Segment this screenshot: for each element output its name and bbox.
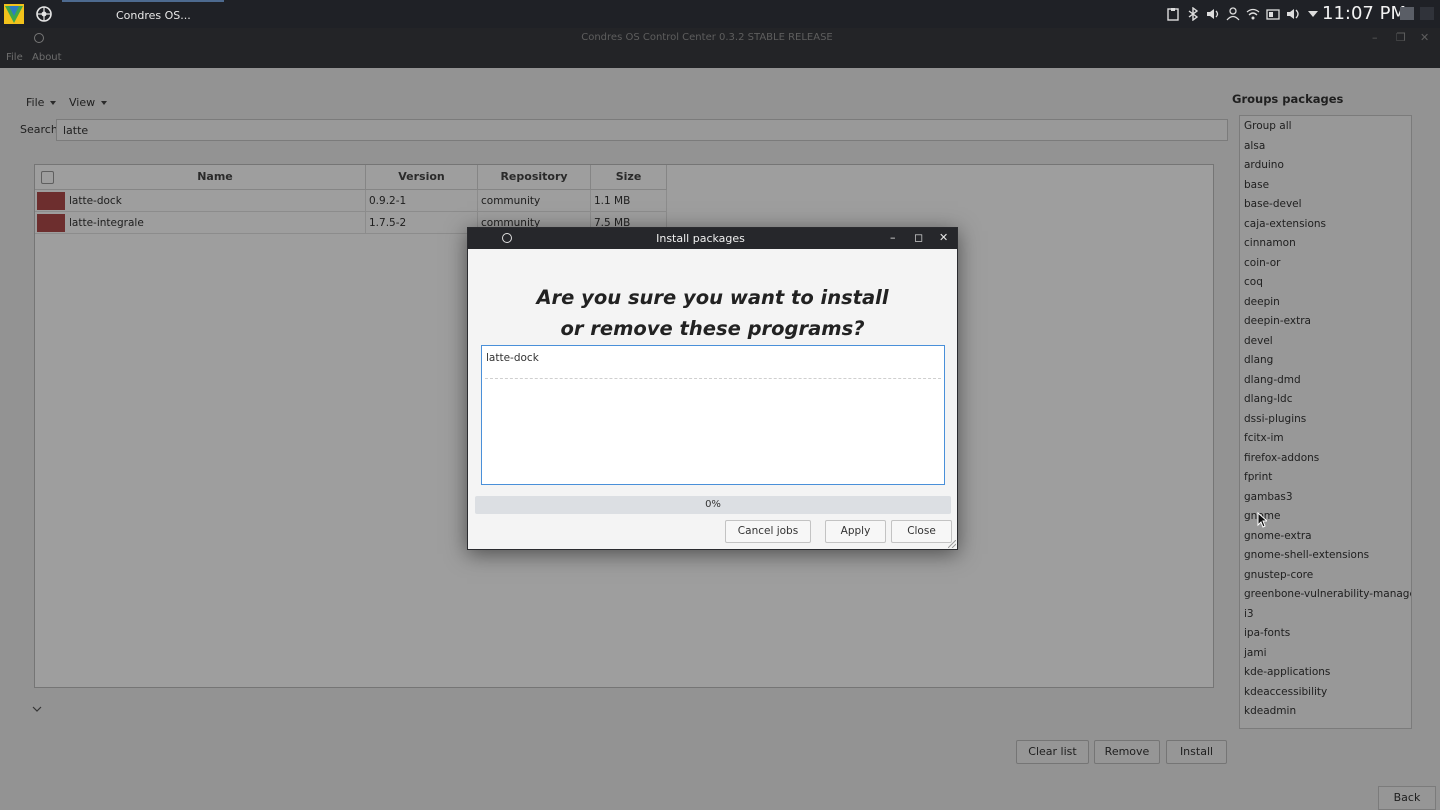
clipboard-icon[interactable] bbox=[1166, 7, 1180, 21]
bluetooth-icon[interactable] bbox=[1186, 7, 1200, 21]
mouse-cursor-icon bbox=[1257, 512, 1267, 528]
progress-text: 0% bbox=[705, 499, 721, 510]
menu-file[interactable]: File bbox=[6, 52, 23, 63]
close-icon[interactable]: ✕ bbox=[1420, 31, 1429, 44]
volume-icon[interactable] bbox=[1206, 7, 1220, 21]
clock[interactable]: 11:07 PM bbox=[1322, 3, 1406, 24]
maximize-icon[interactable]: ❐ bbox=[1396, 31, 1406, 44]
system-tray bbox=[1166, 6, 1320, 22]
desktop-pager-1[interactable] bbox=[1400, 7, 1414, 20]
speaker-icon[interactable] bbox=[1286, 7, 1300, 21]
menu-about[interactable]: About bbox=[32, 52, 62, 63]
condres-logo-icon[interactable] bbox=[4, 4, 24, 24]
taskbar-task-label: Condres OS... bbox=[116, 9, 191, 22]
dialog-question-line2: or remove these programs? bbox=[560, 317, 865, 340]
cancel-jobs-label: Cancel jobs bbox=[737, 525, 799, 537]
apply-button[interactable]: Apply bbox=[825, 520, 886, 543]
dialog-minimize-icon[interactable]: – bbox=[890, 231, 896, 244]
battery-icon[interactable] bbox=[1266, 7, 1280, 21]
resize-grip-icon[interactable] bbox=[948, 540, 956, 548]
dialog-question: Are you sure you want to install or remo… bbox=[468, 282, 957, 344]
control-center-icon[interactable] bbox=[36, 6, 52, 22]
wifi-icon[interactable] bbox=[1246, 7, 1260, 21]
dialog-question-line1: Are you sure you want to install bbox=[536, 286, 889, 309]
dialog-titlebar[interactable]: Install packages – ◻ ✕ bbox=[468, 228, 957, 249]
install-dialog: Install packages – ◻ ✕ Are you sure you … bbox=[467, 227, 958, 550]
cancel-jobs-button[interactable]: Cancel jobs bbox=[725, 520, 811, 543]
user-icon[interactable] bbox=[1226, 7, 1240, 21]
taskbar: Condres OS... 11:07 PM bbox=[0, 0, 1440, 28]
dialog-title: Install packages bbox=[656, 232, 745, 245]
dialog-maximize-icon[interactable]: ◻ bbox=[914, 231, 923, 244]
desktop-pager-2[interactable] bbox=[1420, 7, 1434, 20]
dialog-package-list[interactable]: latte-dock bbox=[481, 345, 945, 485]
minimize-icon[interactable]: – bbox=[1372, 31, 1378, 44]
menubar: File About bbox=[0, 48, 1440, 68]
arrow-down-icon[interactable] bbox=[1306, 7, 1320, 21]
window-titlebar[interactable]: Condres OS Control Center 0.3.2 STABLE R… bbox=[0, 28, 1440, 48]
install-progress-bar: 0% bbox=[475, 496, 951, 514]
close-button[interactable]: Close bbox=[891, 520, 952, 543]
dialog-close-icon[interactable]: ✕ bbox=[939, 231, 948, 244]
list-item[interactable]: latte-dock bbox=[485, 349, 941, 379]
window-title: Condres OS Control Center 0.3.2 STABLE R… bbox=[581, 32, 833, 43]
taskbar-task[interactable]: Condres OS... bbox=[62, 0, 224, 28]
